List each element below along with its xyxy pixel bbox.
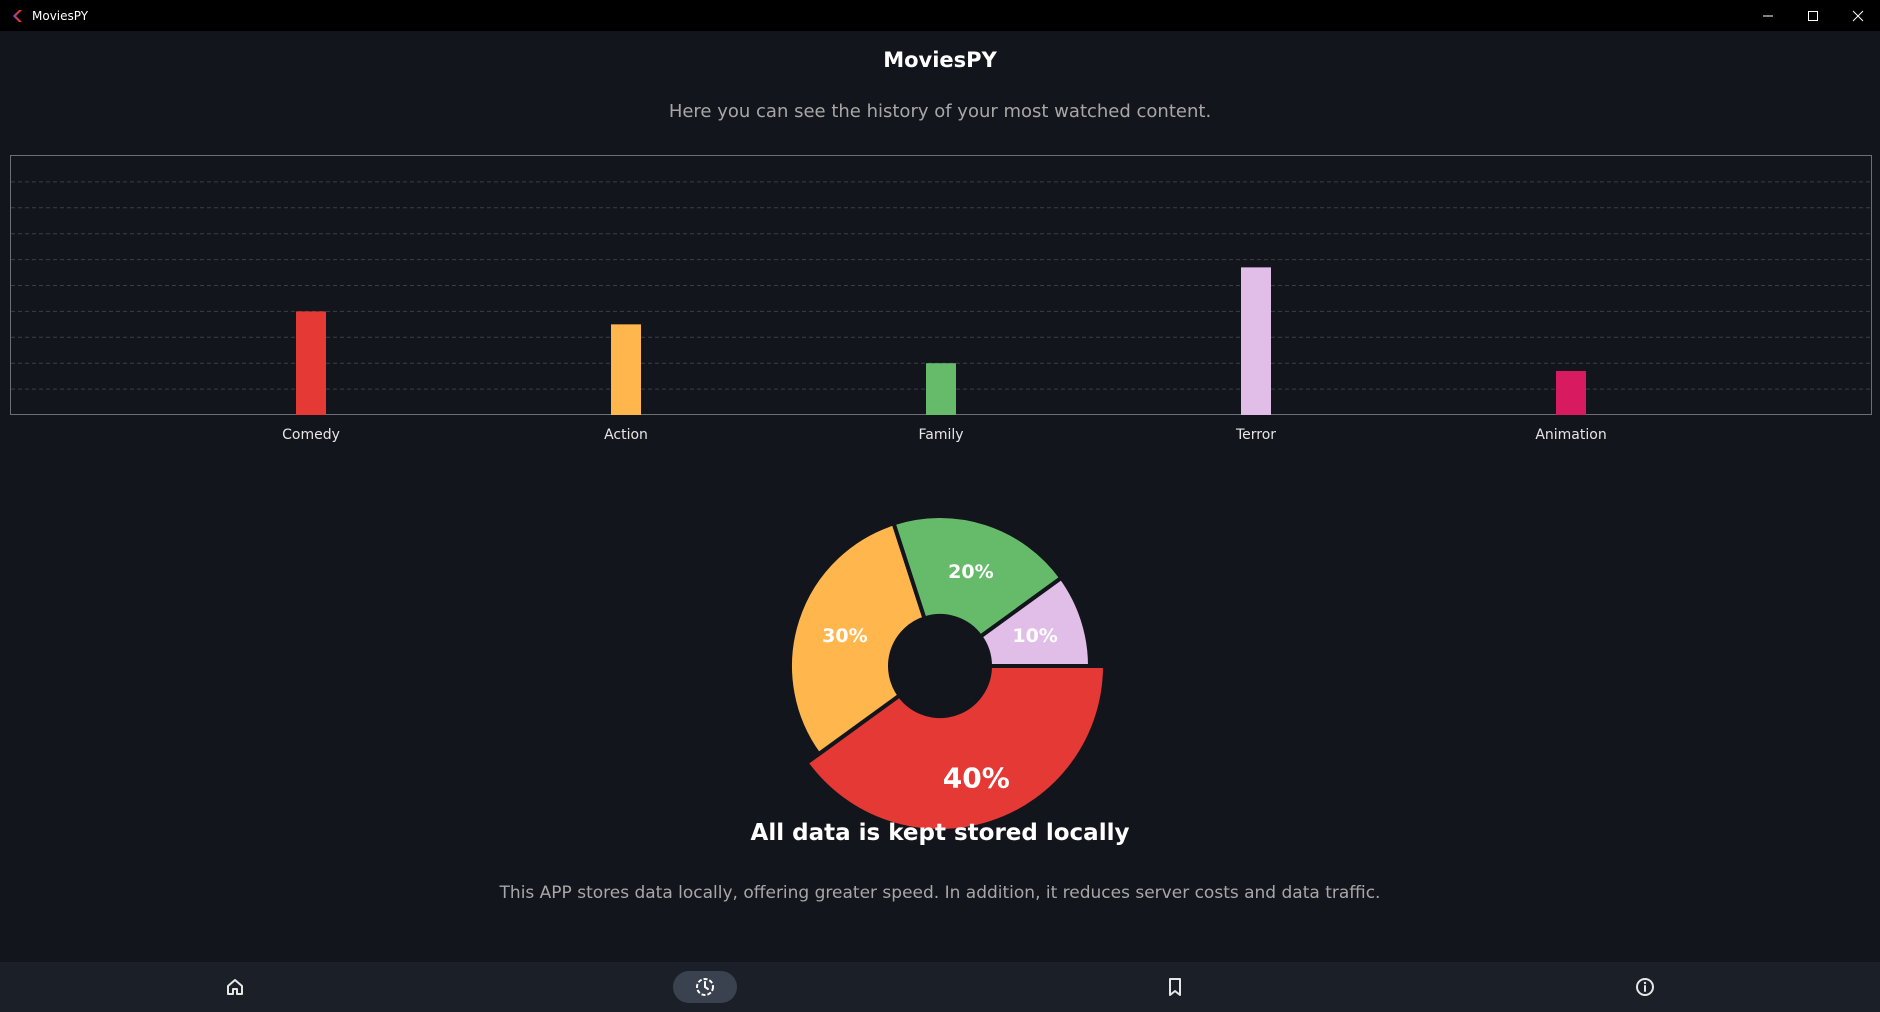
- bar-family[interactable]: [926, 363, 956, 415]
- minimize-icon: [1762, 15, 1773, 16]
- info-icon: [1636, 978, 1654, 996]
- history-page: MoviesPY Here you can see the history of…: [0, 31, 1880, 962]
- maximize-button[interactable]: [1790, 0, 1835, 31]
- page-title: MoviesPY: [883, 48, 997, 72]
- close-icon: [1852, 10, 1863, 21]
- nav-pill-bookmarks: [1143, 971, 1207, 1003]
- bar-label-animation: Animation: [1535, 427, 1606, 443]
- nav-item-history[interactable]: [470, 962, 940, 1012]
- storage-description: This APP stores data locally, offering g…: [499, 883, 1381, 903]
- bookmark-icon: [1169, 978, 1181, 996]
- maximize-icon: [1807, 10, 1818, 21]
- page-subtitle: Here you can see the history of your mos…: [668, 101, 1212, 122]
- pie-label-40: 40%: [943, 762, 1010, 795]
- nav-item-home[interactable]: [0, 962, 470, 1012]
- pie-label-10: 10%: [1012, 625, 1057, 647]
- nav-pill-home: [203, 971, 267, 1003]
- close-button[interactable]: [1835, 0, 1880, 31]
- nav-pill-history: [673, 971, 737, 1003]
- bar-action[interactable]: [611, 324, 641, 415]
- nav-item-bookmarks[interactable]: [940, 962, 1410, 1012]
- genre-bar-chart: Comedy Action Family Terror Animation: [10, 155, 1872, 443]
- nav-item-info[interactable]: [1410, 962, 1880, 1012]
- bar-label-comedy: Comedy: [282, 427, 340, 443]
- bar-animation[interactable]: [1556, 370, 1586, 415]
- bar-terror[interactable]: [1241, 267, 1271, 415]
- history-icon: [696, 978, 714, 996]
- app-logo-icon: [10, 8, 26, 24]
- bar-comedy[interactable]: [296, 311, 326, 415]
- bar-label-terror: Terror: [1235, 427, 1276, 443]
- bar-label-family: Family: [918, 427, 963, 443]
- title-bar: MoviesPY: [0, 0, 1880, 31]
- pie-label-30: 30%: [822, 625, 867, 647]
- nav-pill-info: [1613, 971, 1677, 1003]
- home-icon: [227, 979, 243, 995]
- bottom-navigation: [0, 962, 1880, 1012]
- window-title: MoviesPY: [32, 8, 89, 23]
- storage-heading: All data is kept stored locally: [750, 820, 1130, 846]
- genre-pie-chart: 40% 30% 20% 10%: [788, 514, 1108, 833]
- minimize-button[interactable]: [1745, 0, 1790, 31]
- bar-label-action: Action: [604, 427, 648, 443]
- pie-label-20: 20%: [948, 561, 993, 583]
